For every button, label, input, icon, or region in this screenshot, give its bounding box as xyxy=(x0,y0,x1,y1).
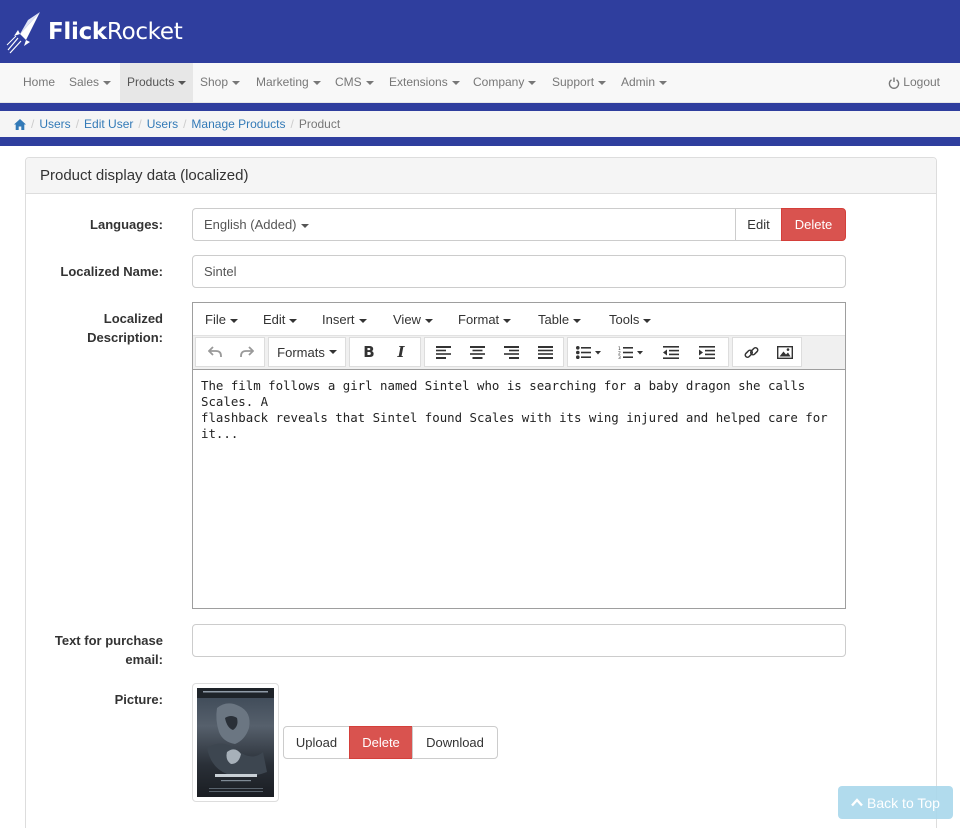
upload-button[interactable]: Upload xyxy=(283,726,350,759)
breadcrumb-users[interactable]: Users xyxy=(39,117,70,131)
nav-home[interactable]: Home xyxy=(16,63,62,102)
purchase-email-input[interactable] xyxy=(192,624,846,657)
nav-sales[interactable]: Sales xyxy=(62,63,118,102)
caret-down-icon xyxy=(178,80,187,85)
editor-content[interactable]: The film follows a girl named Sintel who… xyxy=(193,370,845,450)
purchase-email-label: Text for purchase email: xyxy=(54,633,163,667)
back-to-top-button[interactable]: Back to Top xyxy=(838,786,953,819)
download-button[interactable]: Download xyxy=(412,726,498,759)
panel-heading: Product display data (localized) xyxy=(26,158,936,194)
caret-down-icon xyxy=(300,223,309,228)
top-header: FlickRocket xyxy=(0,0,960,64)
caret-down-icon xyxy=(365,80,374,85)
editor-menu-table[interactable]: Table xyxy=(538,303,582,336)
insert-group xyxy=(732,337,802,367)
align-justify-icon[interactable] xyxy=(529,338,561,366)
nav-cms[interactable]: CMS xyxy=(328,63,381,102)
editor-menu-edit[interactable]: Edit xyxy=(263,303,298,336)
sintel-poster-image xyxy=(197,688,274,797)
caret-down-icon xyxy=(424,318,433,323)
picture-label: Picture: xyxy=(114,692,163,707)
link-icon[interactable] xyxy=(735,338,767,366)
outdent-icon[interactable] xyxy=(654,338,688,366)
editor-menubar: File Edit Insert View Format Table Tools xyxy=(193,303,845,336)
alignment-group xyxy=(424,337,564,367)
logout-link[interactable]: Logout xyxy=(888,63,940,102)
rocket-icon xyxy=(6,12,40,54)
breadcrumb-edit-user[interactable]: Edit User xyxy=(84,117,133,131)
rich-text-editor[interactable]: File Edit Insert View Format Table Tools… xyxy=(192,302,846,609)
caret-down-icon xyxy=(659,80,668,85)
image-icon[interactable] xyxy=(769,338,801,366)
header-band xyxy=(0,103,960,111)
product-picture xyxy=(192,683,279,802)
indent-icon[interactable] xyxy=(690,338,724,366)
caret-down-icon xyxy=(232,80,241,85)
bold-icon[interactable]: B xyxy=(354,338,384,366)
formats-dropdown[interactable]: Formats xyxy=(268,337,346,367)
editor-menu-view[interactable]: View xyxy=(393,303,433,336)
language-delete-button[interactable]: Delete xyxy=(781,208,846,241)
caret-down-icon xyxy=(312,80,321,85)
nav-marketing[interactable]: Marketing xyxy=(249,63,328,102)
align-left-icon[interactable] xyxy=(427,338,459,366)
caret-down-icon xyxy=(289,318,298,323)
numbered-list-icon[interactable]: 123 xyxy=(612,338,650,366)
nav-admin[interactable]: Admin xyxy=(614,63,674,102)
nav-extensions[interactable]: Extensions xyxy=(382,63,467,102)
caret-down-icon xyxy=(328,350,337,354)
description-label: Localized Description: xyxy=(87,311,163,345)
breadcrumb-manage-products[interactable]: Manage Products xyxy=(191,117,285,131)
align-right-icon[interactable] xyxy=(495,338,527,366)
nav-company[interactable]: Company xyxy=(466,63,543,102)
language-edit-button[interactable]: Edit xyxy=(735,208,782,241)
flickrocket-logo[interactable]: FlickRocket xyxy=(6,10,183,54)
undo-redo-group xyxy=(195,337,265,367)
nav-shop[interactable]: Shop xyxy=(193,63,247,102)
localized-name-label: Localized Name: xyxy=(60,264,163,279)
italic-icon[interactable]: I xyxy=(386,338,416,366)
svg-text:3: 3 xyxy=(618,355,621,359)
breadcrumb-users-2[interactable]: Users xyxy=(147,117,178,131)
caret-down-icon xyxy=(643,318,652,323)
breadcrumb-product: Product xyxy=(298,117,341,131)
caret-down-icon xyxy=(229,318,238,323)
home-icon[interactable] xyxy=(14,118,26,130)
header-band-lower xyxy=(0,137,960,146)
editor-menu-format[interactable]: Format xyxy=(458,303,512,336)
editor-toolbar: Formats B I 123 xyxy=(193,336,845,370)
nav-products[interactable]: Products xyxy=(120,63,194,102)
language-select[interactable]: English (Added) xyxy=(192,208,736,241)
power-icon xyxy=(889,77,900,89)
caret-down-icon xyxy=(598,80,607,85)
logo-text: FlickRocket xyxy=(48,19,183,45)
text-style-group: B I xyxy=(349,337,421,367)
caret-down-icon xyxy=(573,318,582,323)
undo-icon[interactable] xyxy=(200,338,230,366)
caret-down-icon xyxy=(358,318,367,323)
align-center-icon[interactable] xyxy=(461,338,493,366)
caret-down-icon xyxy=(528,80,537,85)
languages-label: Languages: xyxy=(90,217,163,232)
editor-menu-tools[interactable]: Tools xyxy=(609,303,652,336)
main-navbar: Home Sales Products Shop Marketing CMS E… xyxy=(0,63,960,103)
list-indent-group: 123 xyxy=(567,337,729,367)
picture-delete-button[interactable]: Delete xyxy=(349,726,413,759)
caret-down-icon xyxy=(503,318,512,323)
editor-menu-file[interactable]: File xyxy=(205,303,238,336)
localized-name-input[interactable]: Sintel xyxy=(192,255,846,288)
breadcrumb: / Users / Edit User / Users / Manage Pro… xyxy=(0,111,960,137)
caret-down-icon xyxy=(103,80,112,85)
bullet-list-icon[interactable] xyxy=(570,338,608,366)
chevron-up-icon xyxy=(851,798,863,807)
nav-support[interactable]: Support xyxy=(545,63,613,102)
caret-down-icon xyxy=(451,80,460,85)
editor-menu-insert[interactable]: Insert xyxy=(322,303,367,336)
redo-icon[interactable] xyxy=(232,338,262,366)
